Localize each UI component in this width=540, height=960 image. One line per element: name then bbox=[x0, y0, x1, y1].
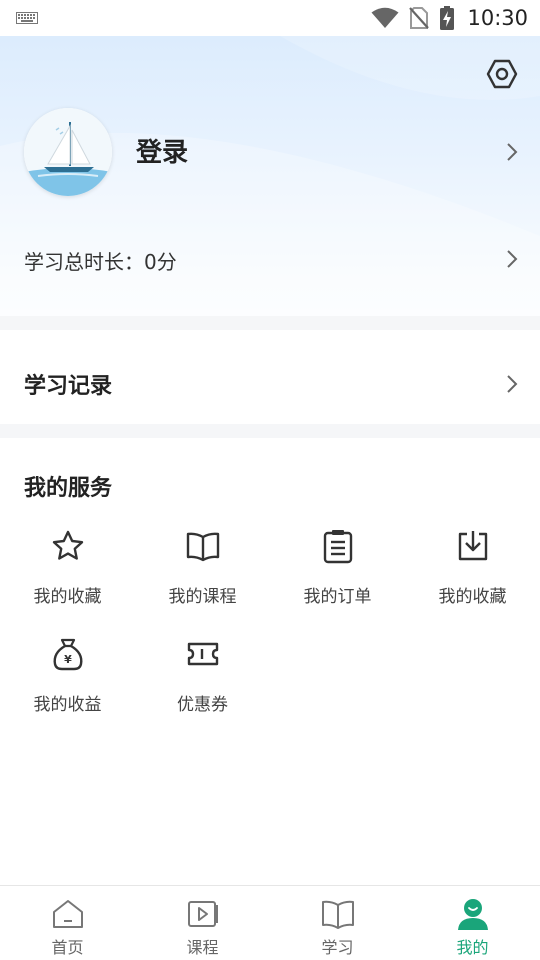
chevron-right-icon bbox=[507, 250, 518, 268]
clipboard-icon bbox=[323, 530, 352, 564]
services-title: 我的服务 bbox=[24, 476, 113, 501]
service-earnings[interactable]: ¥ 我的收益 bbox=[0, 632, 135, 740]
wifi-icon bbox=[371, 7, 399, 28]
keyboard-icon bbox=[16, 12, 38, 24]
battery-charging-icon bbox=[440, 6, 455, 30]
service-label: 优惠券 bbox=[177, 695, 228, 715]
login-row[interactable]: 登录 bbox=[0, 108, 540, 196]
open-book-icon bbox=[321, 900, 354, 929]
settings-icon[interactable] bbox=[486, 58, 518, 90]
service-favorites[interactable]: 我的收藏 bbox=[0, 524, 135, 632]
download-tray-icon bbox=[458, 531, 487, 561]
service-coupons[interactable]: 优惠券 bbox=[135, 632, 270, 740]
sailboat-avatar-icon bbox=[24, 108, 112, 196]
status-time: 10:30 bbox=[467, 6, 528, 30]
tab-courses[interactable]: 课程 bbox=[135, 886, 270, 960]
service-downloads[interactable]: 我的收藏 bbox=[405, 524, 540, 632]
chevron-right-icon bbox=[507, 143, 518, 161]
tab-home[interactable]: 首页 bbox=[0, 886, 135, 960]
my-services-section: 我的服务 我的收藏 我的课程 我的订单 我的收藏 ¥ 我的收益 优惠券 bbox=[0, 438, 540, 878]
tab-mine[interactable]: 我的 bbox=[405, 886, 540, 960]
login-label[interactable]: 登录 bbox=[136, 132, 188, 169]
tab-label: 学习 bbox=[321, 938, 354, 957]
study-duration-label: 学习总时长：0分 bbox=[24, 250, 177, 274]
service-my-courses[interactable]: 我的课程 bbox=[135, 524, 270, 632]
ticket-icon bbox=[187, 642, 218, 666]
tab-study[interactable]: 学习 bbox=[270, 886, 405, 960]
star-icon bbox=[52, 530, 83, 560]
service-label: 我的课程 bbox=[168, 587, 237, 607]
section-divider bbox=[0, 316, 540, 330]
study-record-row[interactable]: 学习记录 bbox=[0, 330, 540, 424]
status-bar: 10:30 bbox=[0, 0, 540, 36]
study-record-label: 学习记录 bbox=[24, 374, 113, 399]
tab-label: 课程 bbox=[186, 938, 219, 957]
service-label: 我的收益 bbox=[33, 695, 102, 715]
service-my-orders[interactable]: 我的订单 bbox=[270, 524, 405, 632]
profile-header: 登录 学习总时长：0分 bbox=[0, 36, 540, 316]
video-course-icon bbox=[187, 901, 218, 927]
tab-label: 首页 bbox=[51, 938, 84, 957]
services-grid: 我的收藏 我的课程 我的订单 我的收藏 ¥ 我的收益 优惠券 bbox=[0, 524, 540, 740]
chevron-right-icon bbox=[507, 375, 518, 393]
service-label: 我的收藏 bbox=[33, 587, 102, 607]
svg-text:¥: ¥ bbox=[64, 653, 72, 666]
book-icon bbox=[186, 532, 219, 562]
money-bag-icon: ¥ bbox=[53, 638, 82, 671]
section-divider bbox=[0, 424, 540, 438]
no-sim-icon bbox=[409, 7, 430, 29]
service-label: 我的收藏 bbox=[438, 587, 507, 607]
avatar[interactable] bbox=[24, 108, 112, 196]
user-icon bbox=[457, 899, 488, 930]
study-duration-row[interactable]: 学习总时长：0分 bbox=[0, 236, 540, 282]
home-icon bbox=[52, 900, 83, 928]
tab-label: 我的 bbox=[456, 938, 489, 957]
bottom-tab-bar: 首页 课程 学习 我的 bbox=[0, 885, 540, 960]
service-label: 我的订单 bbox=[303, 587, 372, 607]
